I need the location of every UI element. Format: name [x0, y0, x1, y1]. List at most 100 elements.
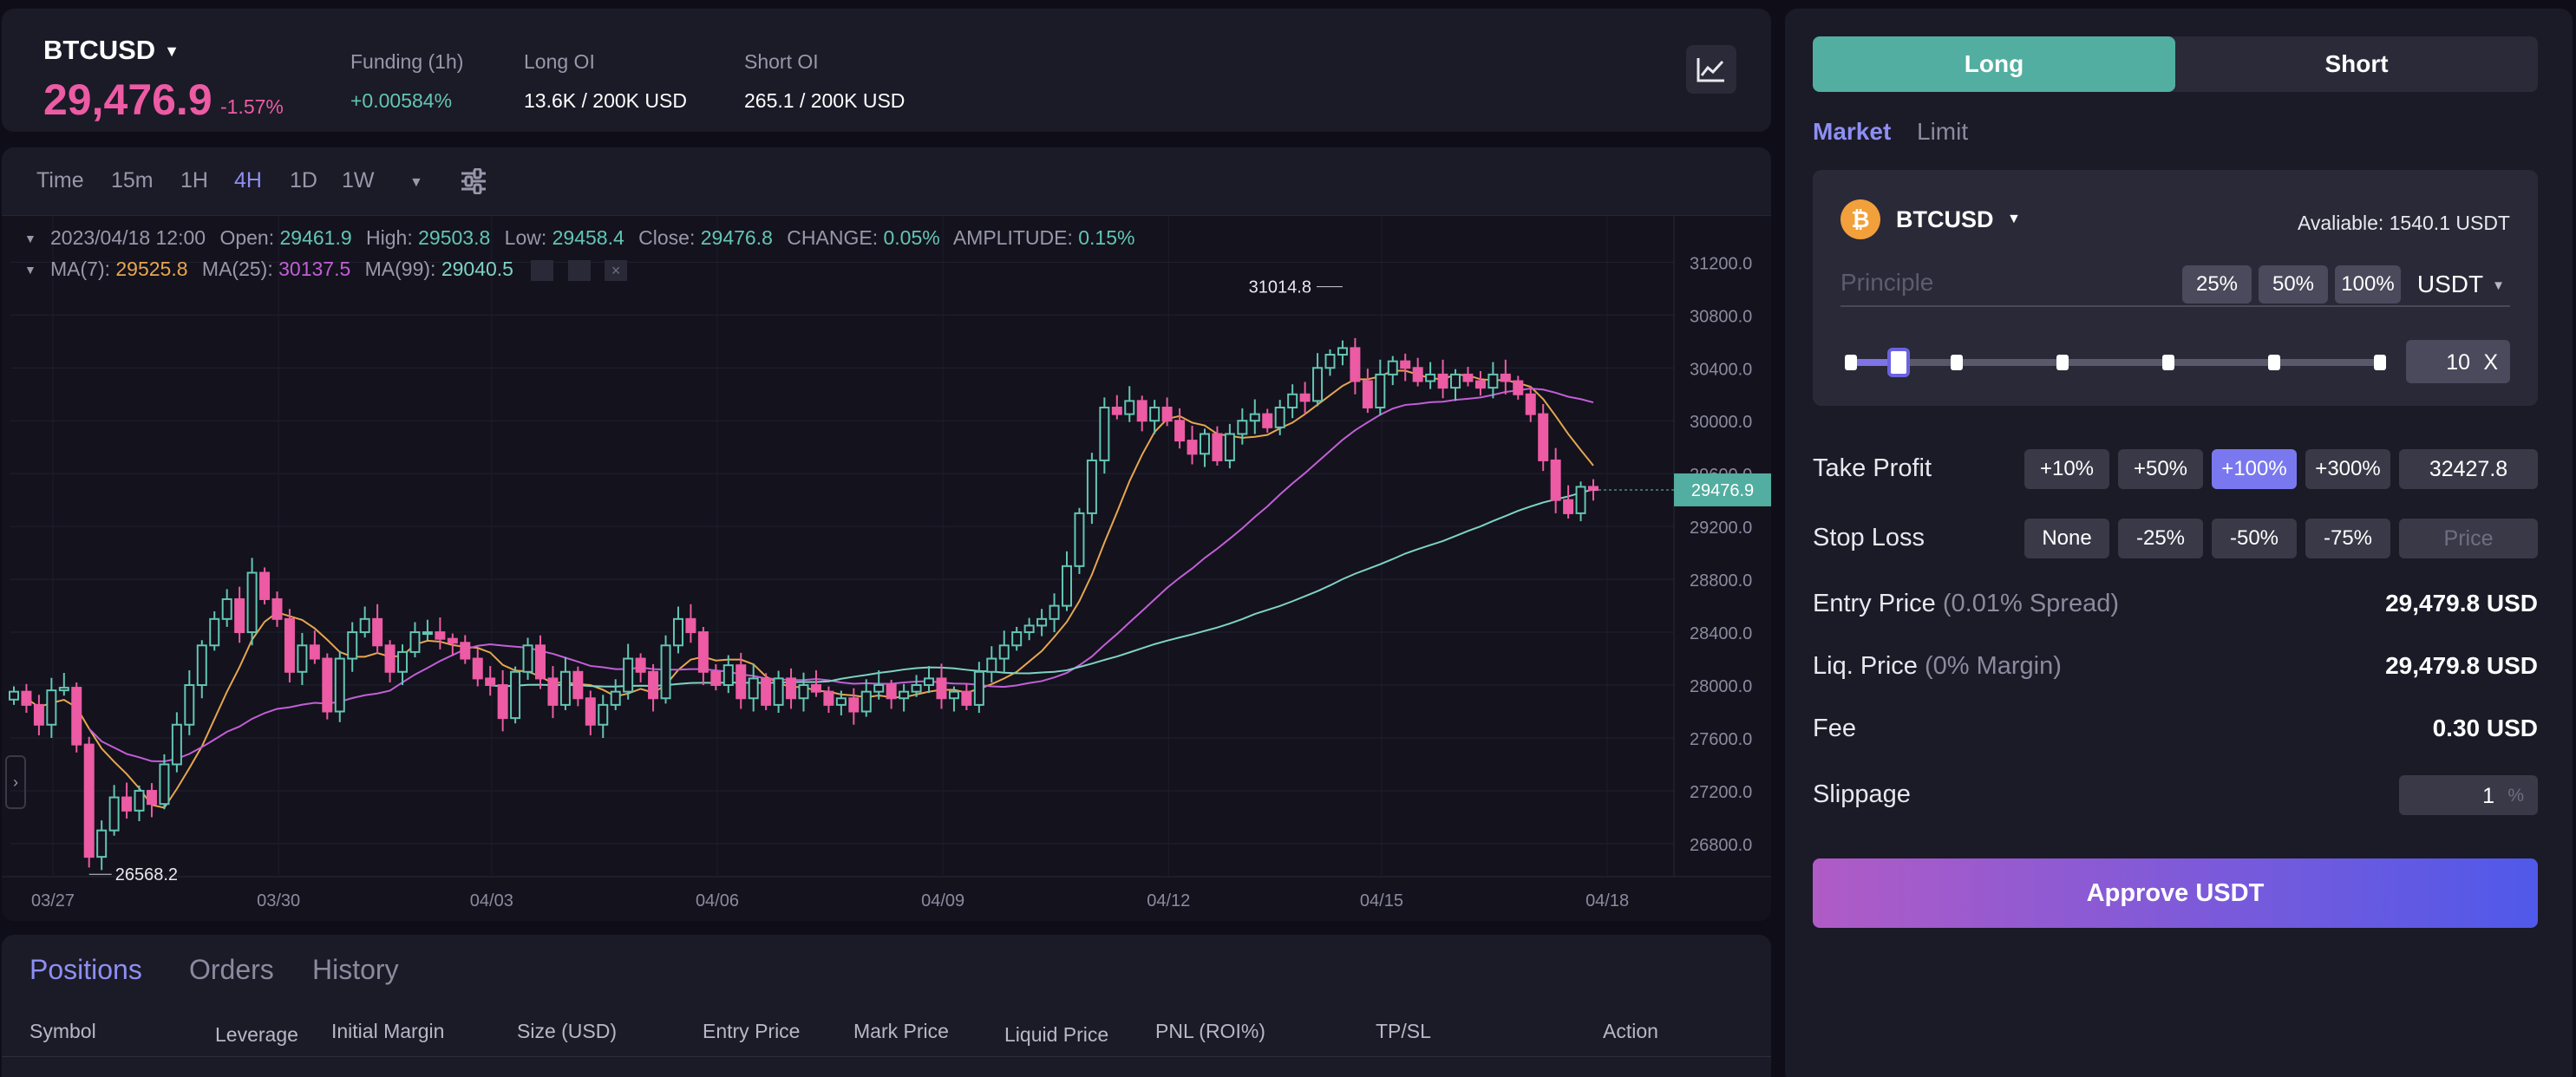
close-icon[interactable]: ×: [605, 259, 628, 281]
candle-body: [58, 687, 69, 692]
candle-body: [748, 677, 759, 700]
caret-down-icon[interactable]: ▼: [2007, 212, 2021, 227]
sl-price-input[interactable]: [2399, 519, 2538, 558]
tf-1w[interactable]: 1W: [342, 168, 375, 193]
short-button[interactable]: Short: [2175, 36, 2538, 92]
slider-tick[interactable]: [2374, 355, 2386, 370]
slider-tick[interactable]: [2162, 355, 2174, 370]
ma99-label: MA(99):: [364, 258, 436, 280]
candle-body: [948, 690, 959, 700]
slider-tick[interactable]: [1951, 355, 1963, 370]
pct-25-button[interactable]: 25%: [2182, 265, 2252, 304]
candle-body: [585, 697, 596, 726]
sl-none-button[interactable]: None: [2024, 519, 2109, 558]
candle-body: [998, 644, 1010, 660]
col-tpsl: TP/SL: [1376, 1020, 1431, 1042]
candle-body: [672, 617, 683, 647]
principle-row: 25% 50% 100% USDT ▼: [1840, 257, 2510, 307]
tab-history[interactable]: History: [312, 954, 399, 986]
collapse-ma-icon[interactable]: ▼: [24, 263, 36, 277]
long-button[interactable]: Long: [1813, 36, 2175, 92]
principle-input[interactable]: [1840, 265, 2153, 300]
more-timeframes-caret-icon[interactable]: ▼: [409, 175, 423, 191]
tp-50-button[interactable]: +50%: [2118, 449, 2203, 489]
sl-50-button[interactable]: -50%: [2212, 519, 2297, 558]
leverage-slider-thumb[interactable]: [1886, 348, 1910, 377]
tf-1d[interactable]: 1D: [290, 168, 317, 193]
candle-body: [1237, 420, 1248, 435]
coin-selector[interactable]: BTCUSD: [1896, 206, 1994, 233]
candle-body: [422, 631, 433, 636]
tp-10-button[interactable]: +10%: [2024, 449, 2109, 489]
max-annotation: 31014.8: [1249, 278, 1311, 297]
tab-market[interactable]: Market: [1813, 118, 1891, 146]
symbol-selector[interactable]: BTCUSD ▼: [43, 35, 180, 66]
leverage-input[interactable]: 10 X: [2406, 340, 2510, 383]
side-toggle: Long Short: [1813, 36, 2538, 92]
tp-300-button[interactable]: +300%: [2305, 449, 2390, 489]
take-profit-label: Take Profit: [1813, 454, 1932, 482]
pct-100-button[interactable]: 100%: [2335, 265, 2401, 304]
candle-body: [635, 657, 646, 673]
tp-price-input[interactable]: [2399, 449, 2538, 489]
close-value: 29476.8: [700, 226, 773, 249]
candle-body: [1337, 347, 1348, 356]
line-chart-icon: [1697, 58, 1724, 82]
tp-price-field[interactable]: [2399, 449, 2538, 489]
slippage-input[interactable]: 1 %: [2399, 775, 2538, 815]
approve-usdt-button[interactable]: Approve USDT: [1813, 858, 2538, 928]
col-entry-price: Entry Price: [703, 1020, 801, 1042]
chart-canvas[interactable]: 31200.030800.030400.030000.029600.029200…: [2, 216, 1771, 921]
col-leverage: Leverage: [215, 1023, 298, 1046]
slider-tick[interactable]: [1845, 355, 1857, 370]
candle-body: [397, 650, 409, 673]
tab-orders[interactable]: Orders: [189, 954, 274, 986]
tf-4h[interactable]: 4H: [234, 168, 262, 193]
close-label: Close:: [638, 226, 696, 249]
sl-75-button[interactable]: -75%: [2305, 519, 2390, 558]
col-symbol: Symbol: [29, 1020, 96, 1042]
tf-1h[interactable]: 1H: [180, 168, 208, 193]
high-value: 29503.8: [418, 226, 491, 249]
tf-15m[interactable]: 15m: [111, 168, 154, 193]
candle-body: [447, 637, 458, 644]
slider-tick[interactable]: [2056, 355, 2069, 370]
sl-price-field[interactable]: [2399, 519, 2538, 558]
candle-body: [184, 684, 195, 726]
candle-body: [271, 597, 283, 620]
candle-body: [1262, 413, 1273, 428]
col-mark-price: Mark Price: [853, 1020, 949, 1042]
tp-100-button[interactable]: +100%: [2212, 449, 2297, 489]
candle-body: [1412, 367, 1423, 382]
slippage-unit: %: [2507, 786, 2524, 806]
expand-panel-chevron-icon[interactable]: ›: [5, 755, 26, 809]
slider-tick[interactable]: [2268, 355, 2280, 370]
min-annotation: 26568.2: [115, 865, 178, 884]
tf-time[interactable]: Time: [36, 168, 84, 193]
candle-body: [221, 597, 232, 620]
currency-label: USDT: [2416, 271, 2484, 297]
x-tick-label: 03/27: [31, 891, 75, 911]
collapse-legend-icon[interactable]: ▼: [24, 232, 36, 245]
candle-body: [1387, 360, 1398, 375]
col-initial-margin: Initial Margin: [331, 1020, 445, 1042]
candle-body: [1400, 360, 1411, 369]
chart-type-button[interactable]: [1686, 45, 1736, 94]
x-tick-label: 04/18: [1585, 891, 1629, 911]
gear-icon[interactable]: [567, 259, 591, 281]
candlestick-chart[interactable]: 31200.030800.030400.030000.029600.029200…: [2, 215, 1771, 921]
tab-positions[interactable]: Positions: [29, 954, 142, 986]
candle-body: [786, 677, 797, 700]
eye-icon[interactable]: [531, 259, 554, 281]
candle-body: [1324, 354, 1336, 369]
currency-selector[interactable]: USDT ▼: [2417, 271, 2505, 298]
tab-limit[interactable]: Limit: [1917, 118, 1968, 146]
short-oi-value: 265.1 / 200K USD: [744, 89, 906, 112]
indicator-settings-icon[interactable]: [460, 168, 487, 194]
sl-25-button[interactable]: -25%: [2118, 519, 2203, 558]
last-price: 29,476.9: [43, 75, 212, 124]
candle-body: [535, 644, 546, 680]
leverage-slider[interactable]: [1845, 348, 2386, 377]
candle-body: [1287, 393, 1298, 408]
pct-50-button[interactable]: 50%: [2259, 265, 2328, 304]
